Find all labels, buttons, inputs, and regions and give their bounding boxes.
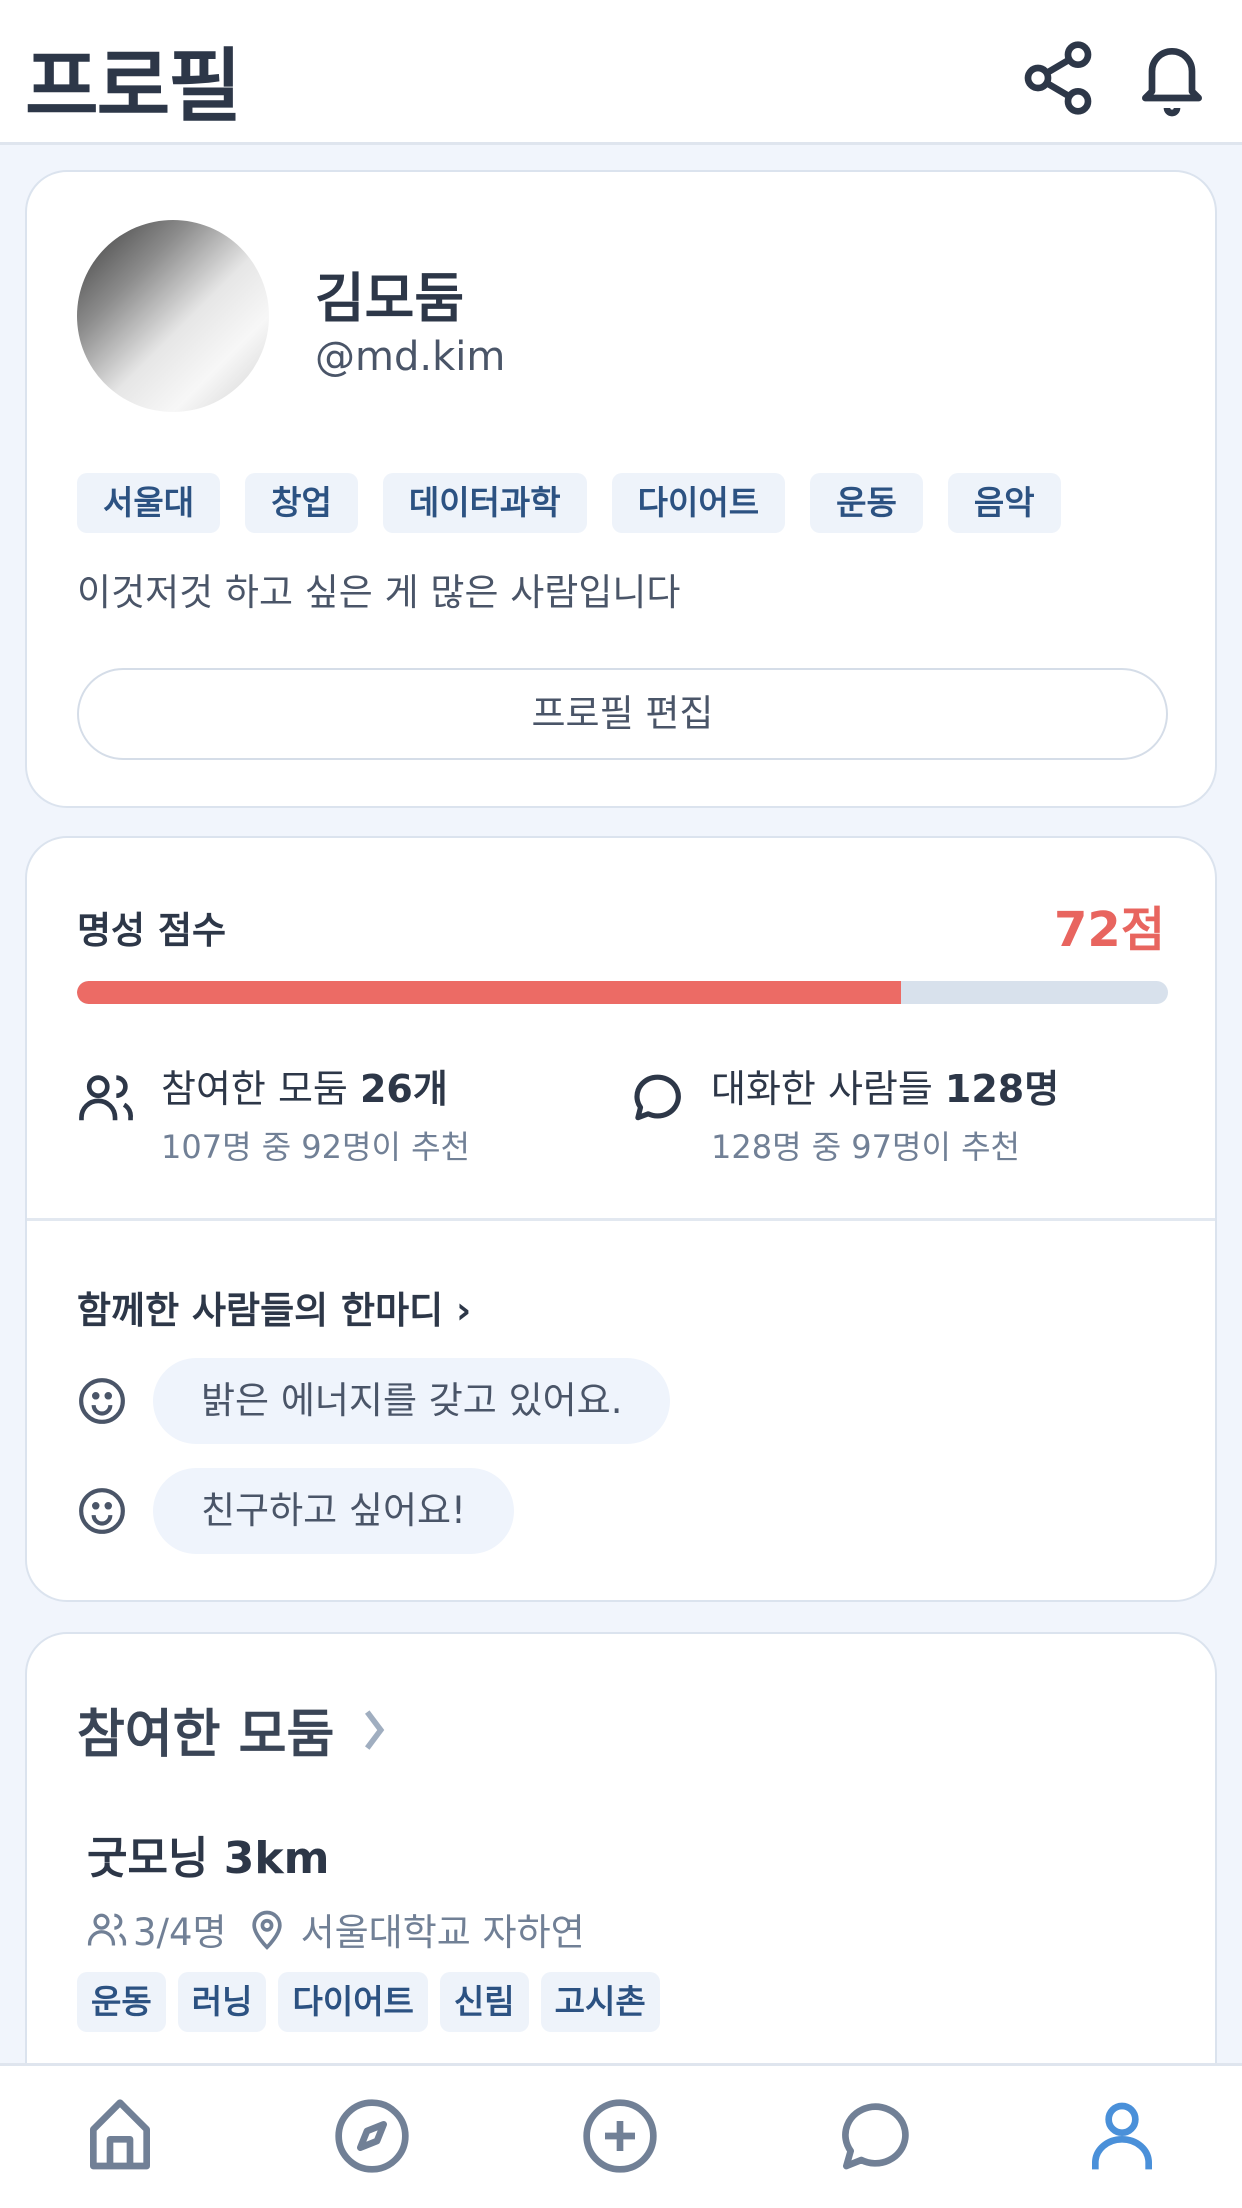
comment-item: 밝은 에너지를 갖고 있어요. — [77, 1358, 671, 1444]
top-bar: 프로필 — [0, 0, 1242, 145]
divider — [27, 1218, 1215, 1221]
reputation-label: 명성 점수 — [77, 909, 227, 952]
users-icon — [79, 1075, 133, 1121]
group-members: 3/4명 — [133, 1911, 227, 1954]
stat-value: 128명 — [944, 1067, 1060, 1111]
tag: 서울대 — [77, 473, 221, 533]
tag: 러닝 — [177, 1972, 267, 2032]
tag: 다이어트 — [278, 1972, 428, 2032]
stat-sub: 107명 중 92명이 추천 — [161, 1128, 470, 1166]
group-name: 굿모닝 3km — [87, 1833, 330, 1884]
profile-name: 김모둠 — [315, 267, 465, 330]
edit-profile-button[interactable]: 프로필 편집 — [77, 668, 1168, 760]
reputation-score: 72점 — [1054, 902, 1165, 958]
share-icon[interactable] — [1018, 38, 1098, 118]
groups-header-link[interactable]: 참여한 모둠 — [77, 1692, 396, 1767]
tag: 운동 — [810, 473, 923, 533]
profile-card: 김모둠 @md.kim 서울대 창업 데이터과학 다이어트 운동 음악 이것저것… — [25, 170, 1217, 808]
reputation-progress-bar — [77, 981, 1168, 1004]
profile-bio: 이것저것 하고 싶은 게 많은 사람입니다 — [77, 571, 681, 614]
stat-value: 26개 — [359, 1067, 448, 1111]
tag: 창업 — [245, 473, 358, 533]
stat-sub: 128명 중 97명이 추천 — [711, 1128, 1020, 1166]
chat-icon[interactable] — [833, 2096, 913, 2176]
tag: 데이터과학 — [382, 473, 587, 533]
page-title: 프로필 — [25, 40, 242, 133]
tag: 음악 — [947, 473, 1061, 533]
chat-bubble-icon — [634, 1074, 681, 1121]
chevron-right-icon — [365, 1709, 385, 1750]
group-meta: 3/4명 서울대학교 자하연 — [85, 1902, 585, 1956]
comments-link[interactable]: 함께한 사람들의 한마디 › — [77, 1280, 471, 1334]
profile-handle: @md.kim — [315, 334, 506, 380]
comment-item: 친구하고 싶어요! — [77, 1468, 514, 1554]
tag: 고시촌 — [540, 1972, 660, 2032]
comment-bubble: 밝은 에너지를 갖고 있어요. — [153, 1358, 671, 1444]
groups-title: 참여한 모둠 — [77, 1705, 335, 1765]
reputation-card: 명성 점수 72점 참여한 모둠 26개 107명 중 92명이 추천 대화한 … — [25, 836, 1217, 1602]
profile-icon[interactable] — [1082, 2096, 1162, 2176]
smile-icon — [79, 1488, 125, 1534]
comment-bubble: 친구하고 싶어요! — [153, 1468, 514, 1554]
group-tags: 운동 러닝 다이어트 신림 고시촌 — [77, 1972, 660, 2032]
home-icon[interactable] — [80, 2096, 160, 2176]
plus-circle-icon[interactable] — [580, 2096, 660, 2176]
tag: 다이어트 — [611, 473, 786, 533]
bell-icon[interactable] — [1132, 38, 1212, 118]
profile-tags: 서울대 창업 데이터과학 다이어트 운동 음악 — [77, 473, 1061, 533]
tag: 신림 — [439, 1972, 529, 2032]
tag: 운동 — [77, 1972, 166, 2032]
reputation-progress-fill — [77, 981, 901, 1004]
users-icon — [87, 1913, 127, 1946]
stat-label: 참여한 모둠 — [161, 1067, 360, 1111]
smile-icon — [79, 1378, 125, 1424]
group-location: 서울대학교 자하연 — [300, 1911, 585, 1954]
location-pin-icon — [251, 1910, 282, 1950]
compass-icon[interactable] — [332, 2096, 412, 2176]
stat-label: 대화한 사람들 — [711, 1067, 945, 1111]
bottom-nav — [0, 2063, 1242, 2208]
avatar[interactable] — [77, 220, 269, 412]
